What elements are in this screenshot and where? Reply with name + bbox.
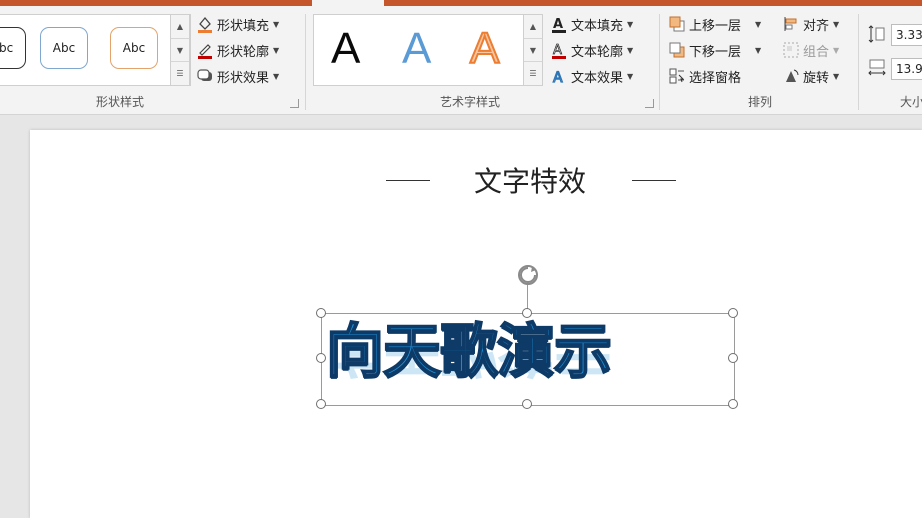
shape-height-input[interactable]: 3.33 [891, 24, 922, 46]
group-separator [659, 14, 660, 110]
shape-fill-button[interactable]: 形状填充 ▼ [196, 14, 279, 34]
gallery-scroll-down-button[interactable]: ▼ [524, 39, 542, 63]
ribbon-top-band [384, 0, 922, 6]
group-separator [858, 14, 859, 110]
rotate-button[interactable]: 旋转 ▼ [782, 66, 839, 86]
title-decoration-line [632, 180, 676, 181]
bring-forward-icon [668, 15, 686, 33]
arrange-group-label: 排列 [747, 95, 772, 109]
size-group-label: 大小 [900, 95, 922, 109]
selection-pane-icon [668, 67, 686, 85]
text-fill-label: 文本填充 [571, 18, 624, 34]
shape-style-preset[interactable]: Abc [40, 27, 88, 69]
shape-width-input[interactable]: 13.9 [891, 58, 922, 80]
text-effects-label: 文本效果 [571, 70, 624, 86]
wordart-preset[interactable]: A [469, 23, 500, 75]
wordart-styles-group-label: 艺术字样式 [439, 95, 500, 109]
chevron-down-icon: ▼ [627, 19, 634, 29]
text-fill-button[interactable]: A 文本填充 ▼ [550, 14, 633, 34]
selection-frame [321, 313, 735, 406]
gallery-more-button[interactable]: ☰ [171, 62, 189, 85]
resize-handle-top-left[interactable] [316, 308, 326, 318]
group-label: 组合 [803, 44, 830, 60]
resize-handle-top[interactable] [522, 308, 532, 318]
bring-forward-label: 上移一层 [689, 18, 742, 34]
shape-styles-group-label: 形状样式 [95, 95, 144, 109]
shape-effects-icon [196, 67, 214, 85]
gallery-scroll-down-button[interactable]: ▼ [171, 39, 189, 63]
active-tab-gap [312, 0, 384, 6]
shape-effects-label: 形状效果 [217, 70, 270, 86]
pen-outline-icon [196, 41, 214, 59]
shape-styles-gallery: Abc Abc Abc [0, 14, 191, 86]
gallery-scroll-up-button[interactable]: ▲ [171, 15, 189, 39]
chevron-down-icon: ▼ [273, 45, 280, 55]
resize-handle-right[interactable] [728, 353, 738, 363]
wordart-preset[interactable]: A [331, 23, 360, 75]
gallery-scroll-up-button[interactable]: ▲ [524, 15, 542, 39]
chevron-down-icon: ▼ [833, 45, 840, 55]
send-backward-button[interactable]: 下移一层 ▼ [668, 40, 761, 60]
svg-text:A: A [553, 17, 563, 32]
wordart-styles-gallery: A A A [313, 14, 525, 86]
svg-text:A: A [553, 43, 562, 58]
chevron-down-icon: ▼ [627, 71, 634, 81]
slide-title[interactable]: 文字特效 [440, 160, 620, 200]
shape-height-icon [867, 24, 887, 44]
chevron-down-icon: ▼ [755, 19, 762, 29]
chevron-down-icon: ▼ [833, 71, 840, 81]
ribbon-top-band [0, 0, 312, 6]
text-effects-button[interactable]: A 文本效果 ▼ [550, 66, 633, 86]
selection-pane-button[interactable]: 选择窗格 [668, 66, 741, 86]
shape-style-preset[interactable]: Abc [0, 27, 26, 69]
bring-forward-button[interactable]: 上移一层 ▼ [668, 14, 761, 34]
title-decoration-line [386, 180, 430, 181]
shape-outline-label: 形状轮廓 [217, 44, 270, 60]
wordart-gallery-scroller: ▲ ▼ ☰ [523, 14, 543, 86]
chevron-down-icon: ▼ [627, 45, 634, 55]
rotate-handle-icon[interactable] [515, 262, 541, 288]
resize-handle-bottom-left[interactable] [316, 399, 326, 409]
align-label: 对齐 [803, 18, 830, 34]
rotate-label: 旋转 [803, 70, 830, 86]
shape-styles-gallery-scroller: ▲ ▼ ☰ [170, 14, 190, 86]
send-backward-label: 下移一层 [689, 44, 742, 60]
chevron-down-icon: ▼ [833, 19, 840, 29]
chevron-down-icon: ▼ [755, 45, 762, 55]
ribbon: Abc Abc Abc ▲ ▼ ☰ 形状填充 ▼ 形状轮廓 ▼ 形状效果 ▼ 形… [0, 0, 922, 115]
send-backward-icon [668, 41, 686, 59]
shape-effects-button[interactable]: 形状效果 ▼ [196, 66, 279, 86]
wordart-styles-dialog-launcher[interactable] [645, 99, 654, 108]
shape-style-preset[interactable]: Abc [110, 27, 158, 69]
resize-handle-bottom-right[interactable] [728, 399, 738, 409]
chevron-down-icon: ▼ [273, 71, 280, 81]
gallery-more-button[interactable]: ☰ [524, 62, 542, 85]
shape-styles-dialog-launcher[interactable] [290, 99, 299, 108]
shape-outline-button[interactable]: 形状轮廓 ▼ [196, 40, 279, 60]
rotate-icon [782, 67, 800, 85]
align-icon [782, 15, 800, 33]
group-button[interactable]: 组合 ▼ [782, 40, 839, 60]
chevron-down-icon: ▼ [273, 19, 280, 29]
shape-width-icon [867, 58, 887, 78]
text-outline-icon: A [550, 41, 568, 59]
resize-handle-bottom[interactable] [522, 399, 532, 409]
selection-pane-label: 选择窗格 [689, 70, 742, 86]
wordart-preset[interactable]: A [402, 23, 431, 75]
resize-handle-top-right[interactable] [728, 308, 738, 318]
text-outline-button[interactable]: A 文本轮廓 ▼ [550, 40, 633, 60]
group-separator [305, 14, 306, 110]
shape-fill-label: 形状填充 [217, 18, 270, 34]
svg-text:A: A [553, 70, 563, 85]
group-icon [782, 41, 800, 59]
paint-bucket-icon [196, 15, 214, 33]
text-fill-icon: A [550, 15, 568, 33]
align-button[interactable]: 对齐 ▼ [782, 14, 839, 34]
text-effects-icon: A [550, 67, 568, 85]
resize-handle-left[interactable] [316, 353, 326, 363]
text-outline-label: 文本轮廓 [571, 44, 624, 60]
